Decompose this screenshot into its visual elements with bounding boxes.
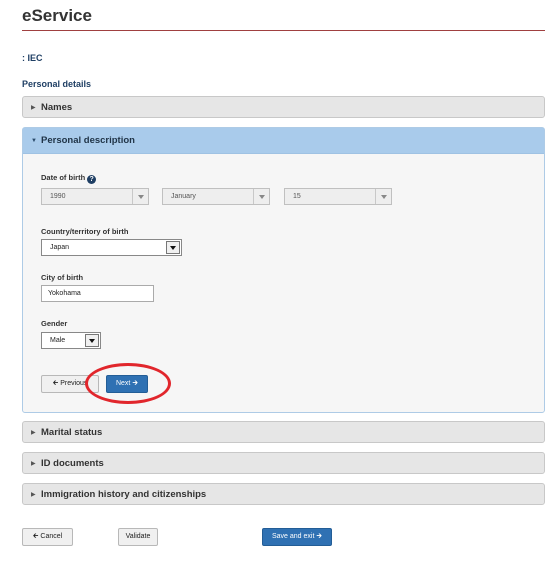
next-label: Next (115, 380, 131, 387)
caret-down-icon: ▼ (31, 137, 37, 144)
city-label: City of birth (41, 273, 84, 282)
dob-label: Date of birth? (41, 173, 97, 184)
caret-right-icon: ▶ (31, 429, 36, 436)
accordion-immigration-label: Immigration history and citizenships (41, 488, 207, 500)
country-value: Japan (50, 244, 70, 251)
dob-label-text: Date of birth (41, 173, 86, 182)
country-select[interactable]: Japan (41, 239, 182, 256)
caret-right-icon: ▶ (31, 104, 36, 111)
accordion-id-documents[interactable]: ▶ ID documents (22, 452, 545, 474)
accordion-id-documents-label: ID documents (41, 457, 104, 469)
gender-value: Male (50, 337, 66, 344)
caret-right-icon: ▶ (31, 491, 36, 498)
next-button[interactable]: Next 🡲 (106, 375, 148, 393)
help-icon[interactable]: ? (87, 175, 97, 184)
country-label: Country/territory of birth (41, 227, 129, 236)
accordion-names-label: Names (41, 101, 73, 113)
dob-year-select[interactable]: 1990 (41, 188, 149, 205)
section-heading: Personal details (22, 79, 92, 89)
accordion-names[interactable]: ▶ Names (22, 96, 545, 118)
cancel-button[interactable]: 🡰 Cancel (22, 528, 73, 546)
save-and-exit-button[interactable]: Save and exit 🡲 (262, 528, 332, 546)
previous-label: Previous (60, 380, 88, 387)
arrow-left-icon: 🡰 (52, 380, 59, 387)
title-divider (22, 30, 545, 31)
arrow-right-icon: 🡲 (316, 533, 323, 540)
accordion-immigration[interactable]: ▶ Immigration history and citizenships (22, 483, 545, 505)
validate-label: Validate (125, 533, 151, 540)
chevron-down-icon (132, 189, 148, 204)
dob-month-select[interactable]: January (162, 188, 270, 205)
previous-button[interactable]: 🡰 Previous (41, 375, 99, 393)
city-input[interactable]: Yokohama (41, 285, 154, 302)
arrow-left-icon: 🡰 (32, 533, 39, 540)
caret-right-icon: ▶ (31, 460, 36, 467)
accordion-marital-status[interactable]: ▶ Marital status (22, 421, 545, 443)
gender-select[interactable]: Male (41, 332, 101, 349)
chevron-down-icon (85, 334, 99, 347)
program-label: : IEC (22, 53, 43, 63)
arrow-right-icon: 🡲 (132, 380, 139, 387)
chevron-down-icon (166, 241, 180, 254)
personal-description-panel: ▼ Personal description (22, 127, 545, 413)
gender-label: Gender (41, 319, 68, 328)
cancel-label: Cancel (40, 533, 63, 540)
dob-day-select[interactable]: 15 (284, 188, 392, 205)
dob-year-value: 1990 (50, 193, 66, 200)
accordion-personal-description[interactable]: ▼ Personal description (23, 128, 544, 154)
accordion-personal-description-label: Personal description (41, 135, 135, 146)
dob-month-value: January (171, 193, 196, 200)
chevron-down-icon (253, 189, 269, 204)
dob-day-value: 15 (293, 193, 301, 200)
accordion-marital-status-label: Marital status (41, 426, 103, 438)
validate-button[interactable]: Validate (118, 528, 158, 546)
save-exit-label: Save and exit (271, 533, 315, 540)
page-title: eService (22, 6, 92, 25)
chevron-down-icon (375, 189, 391, 204)
